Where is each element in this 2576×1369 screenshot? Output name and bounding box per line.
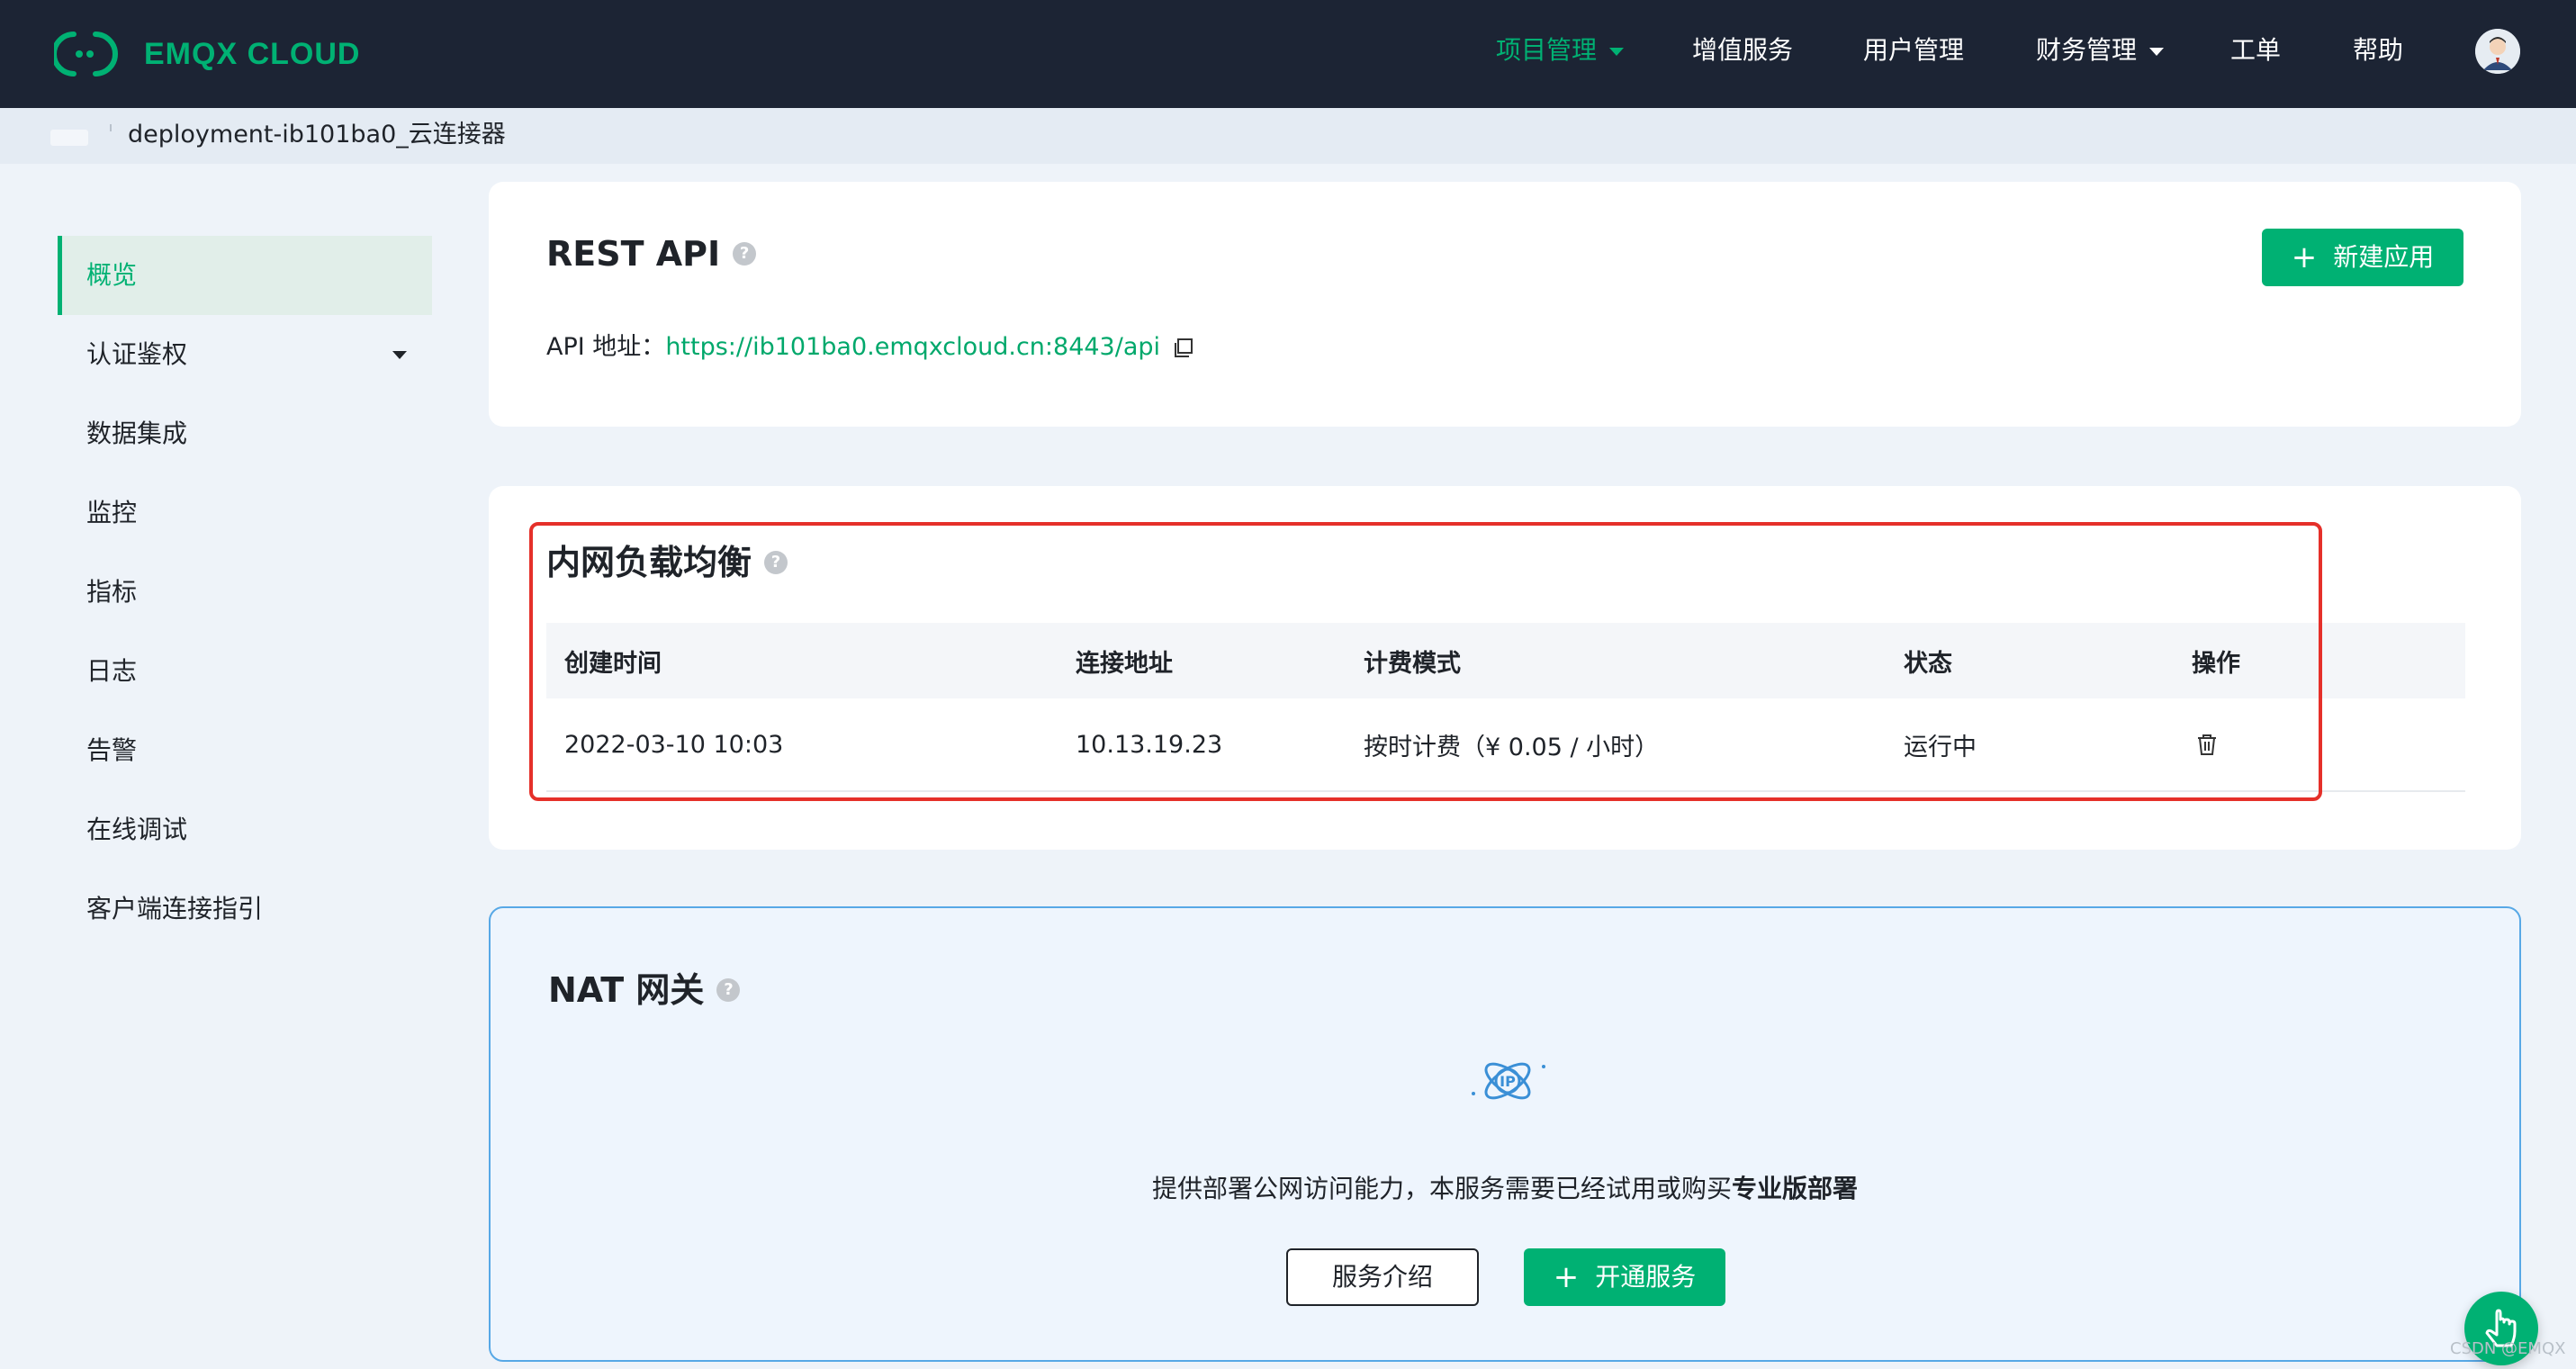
sidebar-item-data-integration[interactable]: 数据集成 (58, 394, 432, 473)
svg-text:IP: IP (1500, 1073, 1516, 1090)
help-icon[interactable]: ? (716, 977, 741, 1002)
sidebar-item-auth[interactable]: 认证鉴权 (58, 315, 432, 394)
breadcrumb: deployment-ib101ba0_云连接器 (0, 108, 2576, 164)
nav-item-label: 财务管理 (2036, 35, 2138, 65)
sidebar-item-label: 客户端连接指引 (86, 894, 264, 923)
column-billing: 计费模式 (1364, 649, 1461, 678)
column-created: 创建时间 (564, 649, 662, 678)
nav-item-value-added[interactable]: 增值服务 (1692, 32, 1793, 68)
rest-api-card: REST API? + 新建应用 API 地址：https://ib101ba0.… (489, 182, 2521, 427)
cell-address: 10.13.19.23 (1076, 730, 1223, 759)
sidebar-item-alerts[interactable]: 告警 (58, 711, 432, 790)
nav-item-users[interactable]: 用户管理 (1863, 32, 1964, 68)
sidebar-item-label: 在线调试 (86, 815, 188, 844)
cell-billing: 按时计费（¥ 0.05 / 小时） (1364, 733, 1660, 761)
service-intro-button[interactable]: 服务介绍 (1286, 1248, 1479, 1306)
sidebar-item-label: 日志 (86, 656, 138, 686)
brand-name: EMQX CLOUD (144, 36, 361, 71)
network-atom-icon: IP (1472, 1062, 1545, 1100)
sidebar: 概览 认证鉴权 数据集成 监控 指标 日志 告警 在线调试 客户端连接指引 (58, 236, 432, 949)
sidebar-item-label: 告警 (86, 735, 138, 765)
nat-desc-emphasis: 专业版部署 (1732, 1174, 1859, 1203)
api-address-line: API 地址：https://ib101ba0.emqxcloud.cn:844… (546, 329, 1196, 365)
nav-item-tickets[interactable]: 工单 (2230, 32, 2281, 68)
sidebar-item-metrics[interactable]: 指标 (58, 553, 432, 632)
load-balancer-card: 内网负载均衡? 创建时间 连接地址 计费模式 状态 操作 2022-03-10 … (489, 486, 2521, 850)
column-address: 连接地址 (1076, 649, 1173, 678)
top-navbar: EMQX CLOUD 项目管理 增值服务 用户管理 财务管理 工单 帮助 (0, 0, 2576, 108)
open-service-button[interactable]: + 开通服务 (1524, 1248, 1725, 1306)
sidebar-item-overview[interactable]: 概览 (58, 236, 432, 315)
breadcrumb-current: deployment-ib101ba0_云连接器 (128, 121, 506, 149)
card-title: NAT 网关? (548, 962, 741, 1012)
avatar[interactable] (2475, 29, 2520, 74)
sidebar-item-monitoring[interactable]: 监控 (58, 473, 432, 553)
nav-item-label: 工单 (2230, 35, 2282, 65)
column-status: 状态 (1904, 649, 1952, 678)
sidebar-item-logs[interactable]: 日志 (58, 632, 432, 711)
nav-item-help[interactable]: 帮助 (2353, 32, 2403, 68)
nav-item-label: 项目管理 (1496, 35, 1598, 65)
lb-title: 内网负载均衡 (546, 543, 752, 582)
new-app-button[interactable]: + 新建应用 (2262, 229, 2463, 286)
nat-title: NAT 网关 (548, 970, 705, 1010)
chevron-down-icon (392, 351, 407, 359)
plus-icon: + (1553, 1259, 1580, 1295)
sidebar-item-label: 监控 (86, 498, 138, 527)
nat-description: 提供部署公网访问能力，本服务需要已经试用或购买专业版部署 (491, 1169, 2519, 1205)
service-intro-label: 服务介绍 (1331, 1262, 1433, 1292)
cell-created: 2022-03-10 10:03 (564, 730, 784, 759)
card-title: 内网负载均衡? (546, 535, 788, 584)
sidebar-item-online-debug[interactable]: 在线调试 (58, 790, 432, 869)
logo[interactable]: EMQX CLOUD (54, 27, 360, 81)
help-icon[interactable]: ? (764, 550, 788, 574)
copy-icon[interactable] (1171, 336, 1196, 361)
chevron-down-icon (1609, 47, 1625, 56)
table-row: 2022-03-10 10:03 10.13.19.23 按时计费（¥ 0.05… (546, 698, 2465, 792)
sidebar-item-client-guide[interactable]: 客户端连接指引 (58, 869, 432, 949)
sidebar-item-label: 指标 (86, 577, 138, 607)
nav-item-label: 增值服务 (1692, 35, 1794, 65)
nav-item-finance[interactable]: 财务管理 (2036, 32, 2165, 68)
card-title: REST API? (546, 234, 757, 274)
chevron-down-icon (2149, 47, 2165, 56)
plus-icon: + (2291, 239, 2318, 275)
breadcrumb-separator (110, 124, 112, 131)
nat-gateway-card: NAT 网关? IP 提供部署公网访问能力，本服务需要已经试用或购买专业版部署 … (489, 906, 2521, 1362)
breadcrumb-parent[interactable] (50, 130, 88, 146)
nav-item-project[interactable]: 项目管理 (1496, 32, 1625, 68)
nav-item-label: 用户管理 (1863, 35, 1965, 65)
nat-desc-text: 提供部署公网访问能力，本服务需要已经试用或购买 (1151, 1174, 1732, 1203)
rest-api-title: REST API (546, 234, 721, 274)
column-actions: 操作 (2192, 649, 2240, 678)
api-url-link[interactable]: https://ib101ba0.emqxcloud.cn:8443/api (665, 333, 1160, 361)
table-header: 创建时间 连接地址 计费模式 状态 操作 (546, 623, 2465, 698)
cell-actions (2193, 698, 2220, 790)
sidebar-item-label: 数据集成 (86, 419, 188, 448)
help-icon[interactable]: ? (733, 241, 757, 266)
sidebar-item-label: 认证鉴权 (86, 339, 188, 369)
nav-item-label: 帮助 (2353, 35, 2404, 65)
cell-status: 运行中 (1904, 733, 1977, 761)
api-address-label: API 地址： (546, 333, 666, 361)
trash-icon[interactable] (2193, 731, 2220, 758)
watermark: CSDN @EMQX (2450, 1339, 2566, 1358)
user-avatar-icon (2475, 29, 2520, 74)
emqx-logo-icon (54, 32, 118, 77)
sidebar-item-label: 概览 (86, 260, 138, 290)
open-service-label: 开通服务 (1595, 1262, 1697, 1292)
new-app-label: 新建应用 (2333, 242, 2435, 272)
